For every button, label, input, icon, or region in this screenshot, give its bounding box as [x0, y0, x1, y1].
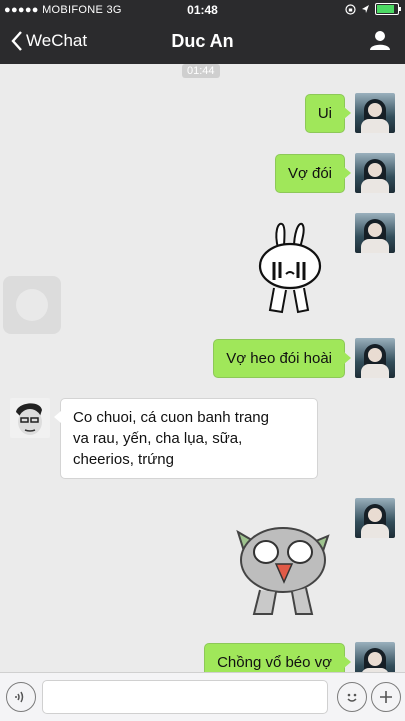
back-label: WeChat [26, 31, 88, 50]
status-bar: ●●●●● MOBIFONE 3G 01:48 [0, 0, 405, 20]
message-text: Vợ heo đói hoài [226, 350, 332, 367]
message-input[interactable] [42, 680, 328, 714]
message-bubble[interactable]: Vợ heo đói hoài [213, 339, 351, 378]
crying-bunny-sticker[interactable] [248, 218, 328, 318]
my-avatar[interactable] [355, 338, 395, 378]
back-button[interactable]: WeChat [10, 30, 87, 52]
chat-info-button[interactable] [369, 29, 391, 56]
timestamp-badge: 01:44 [182, 64, 220, 78]
orientation-lock-icon [345, 3, 356, 15]
voice-message-placeholder[interactable] [3, 276, 61, 334]
message-text: Ui [317, 105, 332, 122]
input-bar [0, 672, 405, 721]
nav-bar: WeChat Duc An [0, 20, 405, 64]
emoji-button[interactable] [337, 682, 367, 712]
more-button[interactable] [371, 682, 401, 712]
person-icon [370, 31, 390, 50]
contact-avatar[interactable] [10, 398, 50, 438]
my-avatar[interactable] [355, 498, 395, 538]
emoji-icon [347, 693, 357, 702]
location-icon [362, 4, 369, 13]
message-bubble[interactable]: Co chuoi, cá cuon banh trang va rau, yến… [54, 398, 318, 479]
message-bubble[interactable]: Vợ đói [274, 154, 352, 193]
my-avatar[interactable] [355, 93, 395, 133]
plus-icon [380, 691, 392, 703]
voice-icon [15, 691, 24, 703]
message-text: Vợ đói [287, 165, 332, 182]
contact-face-icon [16, 403, 42, 435]
message-text: Chồng vổ béo vợ [217, 654, 332, 671]
message-text: Co chuoi, cá cuon banh trang va rau, yến… [73, 409, 269, 468]
status-icons [345, 3, 401, 15]
my-avatar[interactable] [355, 153, 395, 193]
message-bubble[interactable]: Ui [304, 94, 352, 133]
battery-icon [375, 3, 401, 15]
back-chevron-icon [11, 31, 22, 51]
cat-sticker[interactable] [228, 516, 336, 620]
my-avatar[interactable] [355, 213, 395, 253]
voice-mode-button[interactable] [6, 682, 36, 712]
